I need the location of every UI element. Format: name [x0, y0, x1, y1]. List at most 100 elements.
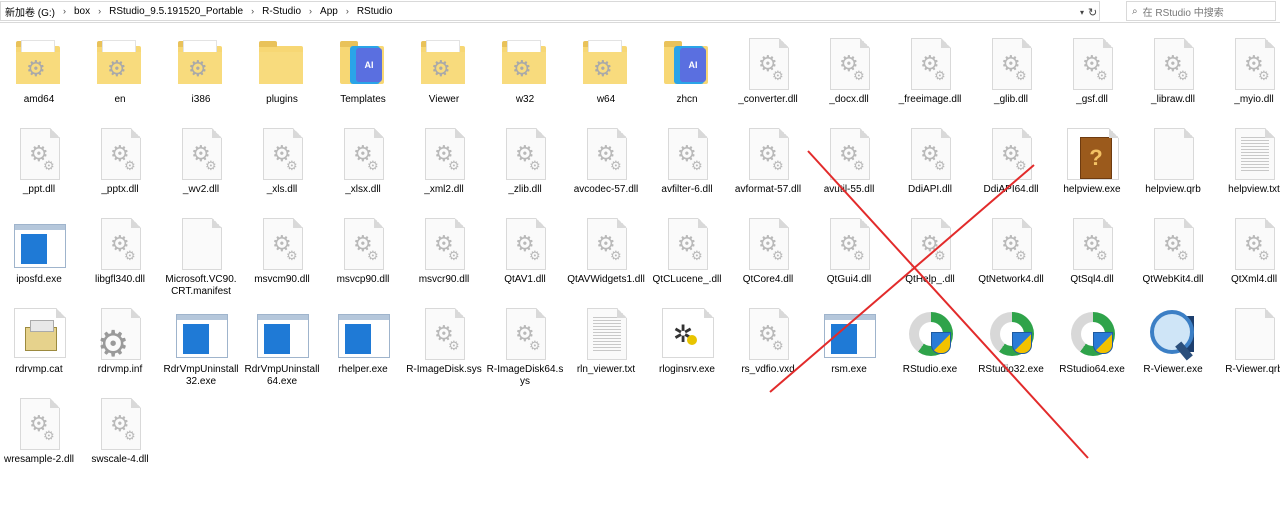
breadcrumb-item[interactable]: 新加卷 (G:) [5, 4, 55, 19]
file-item[interactable]: rln_viewer.txt [567, 306, 645, 392]
file-item[interactable]: ⚙ ⚙ _freeimage.dll [891, 36, 969, 122]
file-item[interactable]: ⚙ ⚙ _glib.dll [972, 36, 1050, 122]
item-icon: ⚙ ⚙ [257, 126, 307, 182]
item-icon: ✲ [662, 306, 714, 362]
breadcrumb-item[interactable]: RStudio_9.5.191520_Portable [109, 6, 243, 17]
file-icon: ⚙ ⚙ [749, 218, 789, 270]
file-item[interactable]: ⚙ Viewer [405, 36, 483, 122]
file-item[interactable]: ⚙ ⚙ QtCore4.dll [729, 216, 807, 302]
item-icon: ⚙ [95, 36, 145, 92]
item-icon: ⚙ ⚙ [500, 126, 550, 182]
file-item[interactable]: RdrVmpUninstall32.exe [162, 306, 240, 392]
file-item[interactable]: ⚙ ⚙ QtAV1.dll [486, 216, 564, 302]
file-item[interactable]: R-Viewer.exe [1134, 306, 1212, 392]
item-icon: ⚙ ⚙ [95, 126, 145, 182]
file-item[interactable]: ⚙ ⚙ QtXml4.dll [1215, 216, 1280, 302]
file-item[interactable]: ⚙ ⚙ wresample-2.dll [0, 396, 78, 482]
file-name: _xls.dll [266, 184, 298, 195]
file-item[interactable]: ⚙ ⚙ avformat-57.dll [729, 126, 807, 212]
file-item[interactable]: ⚙ ⚙ QtWebKit4.dll [1134, 216, 1212, 302]
file-item[interactable]: ⚙ ⚙ avcodec-57.dll [567, 126, 645, 212]
search-box[interactable]: ⌕ 在 RStudio 中搜索 [1126, 1, 1276, 21]
file-item[interactable]: RStudio64.exe [1053, 306, 1131, 392]
file-name: _glib.dll [994, 94, 1028, 105]
file-item[interactable]: ⚙ ⚙ msvcp90.dll [324, 216, 402, 302]
item-icon: ⚙ ⚙ [662, 126, 712, 182]
file-item[interactable]: ⚙ ⚙ QtGui4.dll [810, 216, 888, 302]
file-icon: ⚙ ⚙ [1073, 218, 1113, 270]
file-icon: ⚙ ⚙ [20, 128, 60, 180]
file-icon: ⚙ ⚙ [587, 128, 627, 180]
file-item[interactable]: plugins [243, 36, 321, 122]
file-item[interactable]: rdrvmp.cat [0, 306, 78, 392]
file-item[interactable]: ⚙ ⚙ _zlib.dll [486, 126, 564, 212]
file-item[interactable]: ⚙ ⚙ msvcm90.dll [243, 216, 321, 302]
file-name: swscale-4.dll [91, 454, 149, 465]
file-item[interactable]: ⚙ en [81, 36, 159, 122]
file-item[interactable]: AI Templates [324, 36, 402, 122]
search-input[interactable]: 在 RStudio 中搜索 [1143, 4, 1224, 19]
file-item[interactable]: ⚙ ⚙ avfilter-6.dll [648, 126, 726, 212]
file-item[interactable]: ⚙ ⚙ _docx.dll [810, 36, 888, 122]
file-icon: ⚙ ⚙ [911, 38, 951, 90]
file-item[interactable]: ⚙ ⚙ QtAVWidgets1.dll [567, 216, 645, 302]
file-item[interactable]: ⚙ ⚙ _ppt.dll [0, 126, 78, 212]
file-icon: ⚙ ⚙ [506, 128, 546, 180]
file-item[interactable]: ⚙ ⚙ _libraw.dll [1134, 36, 1212, 122]
file-item[interactable]: ⚙ ⚙ _myio.dll [1215, 36, 1280, 122]
file-item[interactable]: ⚙ w64 [567, 36, 645, 122]
file-item[interactable]: ⚙ ⚙ DdiAPI64.dll [972, 126, 1050, 212]
file-item[interactable]: ? helpview.exe [1053, 126, 1131, 212]
file-item[interactable]: ⚙ ⚙ libgfl340.dll [81, 216, 159, 302]
file-item[interactable]: ⚙ ⚙ DdiAPI.dll [891, 126, 969, 212]
file-item[interactable]: rhelper.exe [324, 306, 402, 392]
breadcrumb-item[interactable]: R-Studio [262, 6, 301, 17]
file-item[interactable]: iposfd.exe [0, 216, 78, 302]
file-name: _converter.dll [738, 94, 798, 105]
file-item[interactable]: AI zhcn [648, 36, 726, 122]
file-item[interactable]: RdrVmpUninstall64.exe [243, 306, 321, 392]
file-item[interactable]: Microsoft.VC90.CRT.manifest [162, 216, 240, 302]
file-item[interactable]: ⚙ ⚙ R-ImageDisk.sys [405, 306, 483, 392]
file-item[interactable]: ⚙ amd64 [0, 36, 78, 122]
file-item[interactable]: ⚙ ⚙ R-ImageDisk64.sys [486, 306, 564, 392]
file-item[interactable]: ⚙ ⚙ QtSql4.dll [1053, 216, 1131, 302]
item-icon: ⚙ ⚙ [176, 126, 226, 182]
breadcrumb-item[interactable]: App [320, 6, 338, 17]
file-item[interactable]: ⚙ ⚙ _xml2.dll [405, 126, 483, 212]
file-item[interactable]: ⚙ ⚙ _wv2.dll [162, 126, 240, 212]
breadcrumb-item[interactable]: box [74, 6, 90, 17]
file-item[interactable]: ⚙ ⚙ QtCLucene_.dll [648, 216, 726, 302]
file-item[interactable]: ⚙ ⚙ _pptx.dll [81, 126, 159, 212]
file-item[interactable]: ⚙ ⚙ _gsf.dll [1053, 36, 1131, 122]
file-name: RStudio64.exe [1059, 364, 1125, 375]
file-item[interactable]: helpview.txt [1215, 126, 1280, 212]
file-item[interactable]: ⚙ ⚙ _xlsx.dll [324, 126, 402, 212]
file-item[interactable]: ⚙ ⚙ avutil-55.dll [810, 126, 888, 212]
file-item[interactable]: ✲ rloginsrv.exe [648, 306, 726, 392]
file-item[interactable]: ⚙ ⚙ rs_vdfio.vxd [729, 306, 807, 392]
file-item[interactable]: ⚙ ⚙ _converter.dll [729, 36, 807, 122]
file-name: _myio.dll [1234, 94, 1274, 105]
item-icon: ⚙ [14, 36, 64, 92]
chevron-down-icon[interactable]: ▾ [1080, 8, 1084, 17]
file-item[interactable]: rsm.exe [810, 306, 888, 392]
address-bar[interactable]: 新加卷 (G:) › box › RStudio_9.5.191520_Portable… [0, 1, 1100, 21]
file-item[interactable]: RStudio32.exe [972, 306, 1050, 392]
file-item[interactable]: ⚙ ⚙ QtHelp_.dll [891, 216, 969, 302]
item-icon [824, 306, 876, 362]
item-icon [581, 306, 631, 362]
file-item[interactable]: ⚙ w32 [486, 36, 564, 122]
refresh-icon[interactable]: ↻ [1088, 6, 1097, 19]
file-item[interactable]: ⚙ i386 [162, 36, 240, 122]
file-item[interactable]: R-Viewer.qrb [1215, 306, 1280, 392]
file-item[interactable]: ⚙ ⚙ swscale-4.dll [81, 396, 159, 482]
breadcrumb-item[interactable]: RStudio [357, 6, 393, 17]
file-item[interactable]: ⚙ ⚙ _xls.dll [243, 126, 321, 212]
file-item[interactable]: helpview.qrb [1134, 126, 1212, 212]
file-item[interactable]: RStudio.exe [891, 306, 969, 392]
file-item[interactable]: ⚙ ⚙ QtNetwork4.dll [972, 216, 1050, 302]
item-icon: ⚙ ⚙ [257, 216, 307, 272]
file-item[interactable]: ⚙ ⚙ msvcr90.dll [405, 216, 483, 302]
file-item[interactable]: ⚙ rdrvmp.inf [81, 306, 159, 392]
